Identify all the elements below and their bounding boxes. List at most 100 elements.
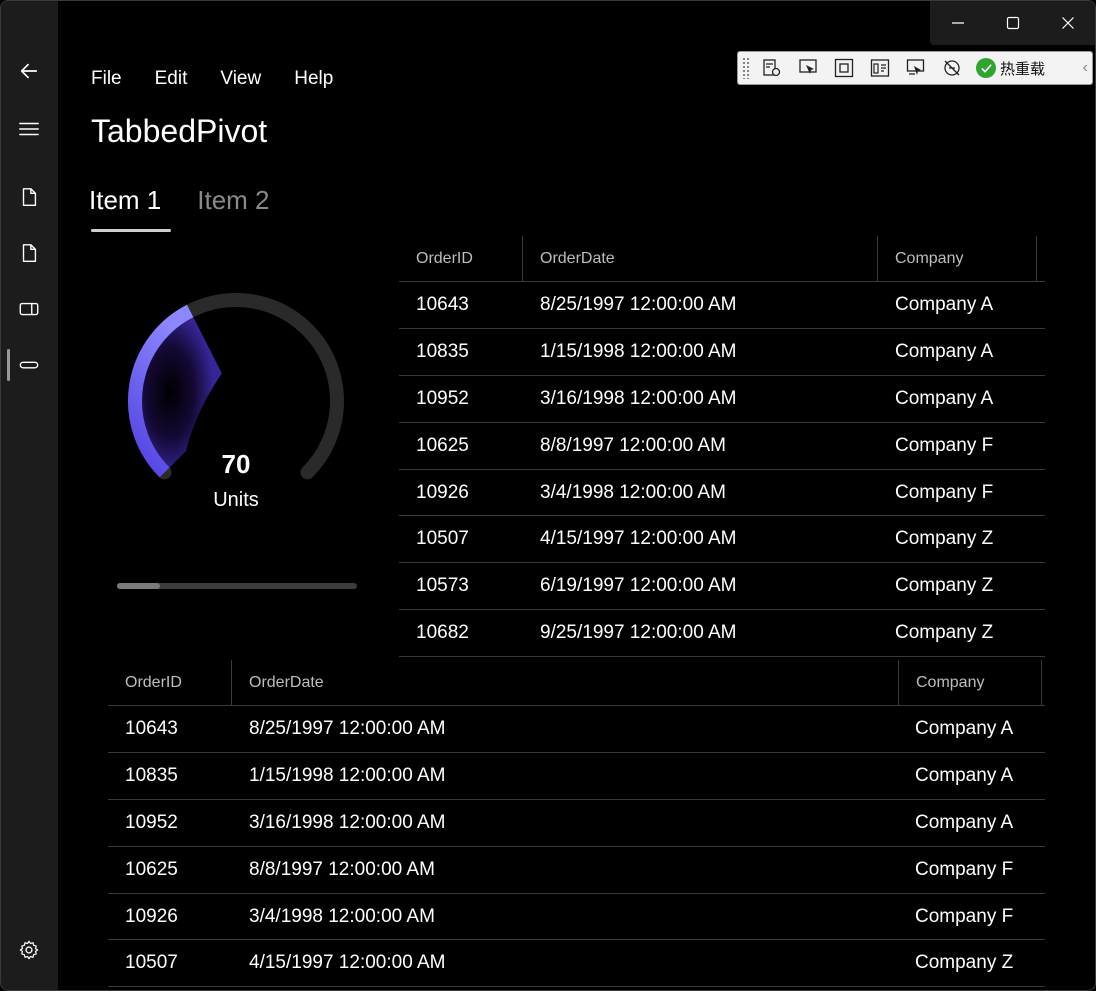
minimize-button[interactable] [930, 1, 985, 45]
gauge-units: Units [213, 489, 259, 511]
maximize-icon [1006, 16, 1019, 30]
cell-orderdate: 3/16/1998 12:00:00 AM [249, 811, 446, 833]
cell-orderid: 10625 [416, 434, 469, 456]
nav-item-page3[interactable] [9, 289, 49, 329]
tab-label: Item 2 [197, 185, 270, 215]
cell-orderdate: 1/15/1998 12:00:00 AM [540, 340, 737, 362]
gear-icon [19, 940, 39, 960]
cell-orderdate: 6/19/1997 12:00:00 AM [540, 575, 737, 597]
column-header-orderdate[interactable]: OrderDate [523, 236, 615, 282]
cell-orderid: 10926 [416, 481, 469, 503]
table-row[interactable]: 10625 8/8/1997 12:00:00 AM Company F [108, 847, 1045, 894]
toolbar-grip[interactable] [742, 57, 750, 79]
back-button[interactable] [9, 51, 49, 91]
table-row[interactable]: 10835 1/15/1998 12:00:00 AM Company A [399, 329, 1045, 376]
table-row[interactable]: 10952 3/16/1998 12:00:00 AM Company A [108, 800, 1045, 847]
grid-header: OrderID OrderDate Company [399, 236, 1045, 282]
cell-company: Company F [915, 858, 1014, 880]
tab-item-1[interactable]: Item 1 [89, 185, 171, 232]
tablet-icon [19, 302, 39, 316]
orders-grid-bottom: OrderID OrderDate Company 10643 8/25/1997… [108, 660, 1045, 988]
hamburger-menu-button[interactable] [9, 109, 49, 149]
table-row[interactable]: 10507 4/15/1997 12:00:00 AM Company Z [399, 516, 1045, 564]
menu-bar: File Edit View Help [81, 65, 356, 93]
cell-company: Company A [915, 811, 1014, 833]
menu-edit[interactable]: Edit [145, 65, 198, 93]
collapse-toolbar-chevron-icon[interactable]: ‹ [1083, 59, 1088, 77]
binding-failures-icon [944, 60, 960, 76]
column-header-company[interactable]: Company [899, 660, 984, 706]
column-header-company[interactable]: Company [878, 236, 963, 282]
cell-orderid: 10952 [125, 811, 178, 833]
gauge-value: 70 [221, 449, 251, 479]
cell-company: Company F [895, 481, 994, 503]
table-row[interactable]: 10643 8/25/1997 12:00:00 AM Company A [399, 282, 1045, 329]
column-divider[interactable] [1041, 660, 1042, 706]
cell-company: Company F [915, 905, 1014, 927]
live-visual-tree-button[interactable] [758, 54, 786, 82]
pivot-tabs: Item 1 Item 2 [89, 185, 306, 232]
display-layout-adorners-button[interactable] [830, 54, 858, 82]
table-row[interactable]: 10643 8/25/1997 12:00:00 AM Company A [108, 706, 1045, 753]
settings-button[interactable] [9, 930, 49, 970]
hot-reload-label: 热重载 [1000, 59, 1046, 78]
close-icon [1061, 17, 1074, 29]
cell-orderid: 10507 [416, 528, 469, 550]
title-bar-caption-buttons [930, 1, 1095, 45]
select-element-button[interactable] [794, 54, 822, 82]
table-row[interactable]: 10952 3/16/1998 12:00:00 AM Company A [399, 376, 1045, 423]
table-row[interactable]: 10835 1/15/1998 12:00:00 AM Company A [108, 753, 1045, 800]
cell-company: Company Z [895, 622, 994, 644]
orders-grid-top: OrderID OrderDate Company 10643 8/25/1997… [399, 236, 1045, 658]
tab-item-2[interactable]: Item 2 [197, 185, 269, 216]
cell-company: Company A [915, 764, 1014, 786]
nav-item-page1[interactable] [9, 177, 49, 217]
cell-company: Company A [915, 718, 1014, 739]
menu-view[interactable]: View [210, 65, 271, 93]
table-row[interactable]: 10625 8/8/1997 12:00:00 AM Company F [399, 423, 1045, 470]
cell-orderid: 10835 [416, 340, 469, 362]
select-element-icon [799, 59, 817, 74]
preview-selection-button[interactable] [902, 54, 930, 82]
scrollbar-thumb[interactable] [117, 583, 161, 589]
display-layout-adorners-icon [834, 58, 854, 78]
page-title: TabbedPivot [91, 113, 268, 149]
cell-orderid: 10926 [125, 905, 178, 927]
table-row[interactable]: 10573 6/19/1997 12:00:00 AM Company Z [399, 563, 1045, 611]
minimize-icon [951, 22, 964, 24]
cell-orderid: 10625 [125, 858, 178, 880]
cell-orderid: 10573 [416, 575, 469, 597]
back-arrow-icon [20, 63, 38, 79]
table-row[interactable]: 10682 9/25/1997 12:00:00 AM Company Z [399, 610, 1045, 658]
menu-file[interactable]: File [81, 65, 132, 93]
maximize-button[interactable] [985, 1, 1040, 45]
horizontal-scrollbar[interactable] [117, 583, 357, 589]
track-focus-button[interactable] [866, 54, 894, 82]
tab-label: Item 1 [89, 185, 162, 215]
checkmark-icon [976, 58, 996, 78]
hot-reload-indicator[interactable]: 热重载 [976, 58, 1045, 79]
column-header-orderid[interactable]: OrderID [399, 236, 473, 282]
table-row[interactable]: 10926 3/4/1998 12:00:00 AM Company F [399, 470, 1045, 517]
column-divider[interactable] [1036, 236, 1037, 282]
nav-item-page2[interactable] [9, 233, 49, 273]
cell-orderdate: 3/16/1998 12:00:00 AM [540, 387, 737, 409]
table-row[interactable]: 10926 3/4/1998 12:00:00 AM Company F [108, 894, 1045, 941]
progressbar-icon [19, 361, 39, 369]
close-button[interactable] [1040, 1, 1095, 45]
column-header-orderdate[interactable]: OrderDate [232, 660, 324, 706]
radial-gauge: 70 Units [111, 281, 361, 531]
nav-item-page4[interactable] [9, 345, 49, 385]
cell-orderid: 10682 [416, 622, 469, 644]
binding-failures-button[interactable] [938, 54, 966, 82]
document-icon [22, 244, 37, 262]
preview-selection-icon [906, 59, 925, 75]
cell-orderdate: 4/15/1997 12:00:00 AM [540, 528, 737, 550]
cell-orderdate: 8/8/1997 12:00:00 AM [540, 434, 726, 456]
column-header-orderid[interactable]: OrderID [108, 660, 182, 706]
table-row[interactable]: 10507 4/15/1997 12:00:00 AM Company Z [108, 940, 1045, 988]
navigation-pane [1, 1, 58, 990]
cell-company: Company A [895, 294, 994, 315]
cell-orderdate: 8/25/1997 12:00:00 AM [540, 294, 737, 315]
menu-help[interactable]: Help [284, 65, 343, 93]
